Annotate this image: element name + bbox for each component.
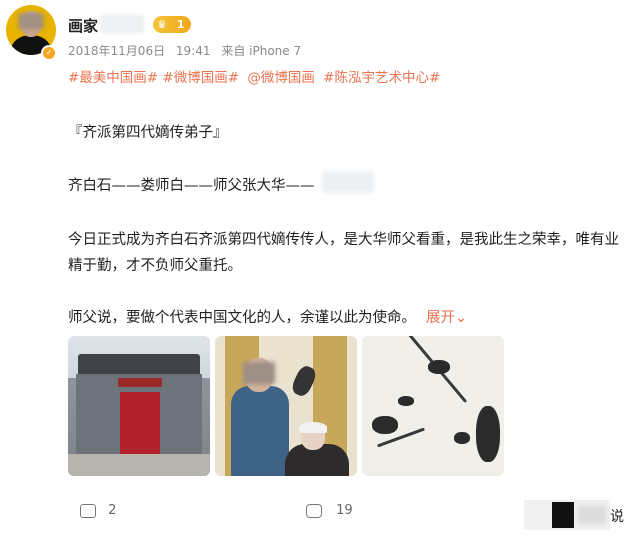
- image-door: [120, 392, 160, 454]
- post-lineage-line: 齐白石——娄师白——师父张大华——: [68, 178, 315, 194]
- comment-count: 19: [336, 503, 353, 518]
- image-plaque: [118, 378, 162, 387]
- watermark-text: 说: [610, 509, 624, 525]
- comment-icon: [306, 503, 322, 518]
- ink-blot: [476, 406, 500, 462]
- verified-badge-icon: ✓: [41, 45, 57, 61]
- post-tags: #最美中国画# #微博国画# @微博国画 #陈泓宇艺术中心#: [68, 66, 440, 86]
- image-person: [231, 386, 289, 476]
- image-person-hair: [299, 422, 327, 433]
- post-image-painting[interactable]: [362, 336, 504, 476]
- ink-blot: [372, 416, 398, 434]
- ink-blot: [398, 396, 414, 406]
- repost-button[interactable]: 2: [80, 503, 116, 518]
- post-date: 2018年11月06日: [68, 44, 166, 58]
- post-source: 来自 iPhone 7: [221, 44, 302, 58]
- post-body-line: 师父说，要做个代表中国文化的人，余谨以此为使命。 展开⌄: [68, 306, 467, 327]
- ink-blot: [428, 360, 450, 374]
- post-image-people[interactable]: [215, 336, 357, 476]
- expand-label: 展开: [426, 310, 455, 326]
- chevron-down-icon: ⌄: [455, 310, 468, 326]
- user-level-number: 1: [176, 18, 185, 31]
- post-body-line: 今日正式成为齐白石齐派第四代嫡传传人，是大华师父看重，是我此生之荣幸，唯有业: [68, 232, 619, 248]
- comment-button[interactable]: 19: [306, 503, 353, 518]
- post-body-text: 师父说，要做个代表中国文化的人，余谨以此为使命。: [68, 310, 416, 326]
- tag-link[interactable]: #最美中国画#: [68, 70, 158, 86]
- image-ground: [68, 454, 210, 476]
- post-image-building[interactable]: [68, 336, 210, 476]
- image-face-blur: [243, 362, 275, 384]
- user-name-redaction: [100, 15, 144, 33]
- repost-count: 2: [108, 503, 117, 518]
- ink-blot: [454, 432, 470, 444]
- watermark-mark: [552, 502, 574, 528]
- mention-link[interactable]: @微博国画: [247, 70, 315, 86]
- avatar-blur: [18, 13, 44, 29]
- user-name[interactable]: 画家: [68, 15, 98, 36]
- text-redaction: [322, 171, 374, 193]
- watermark-logo: [524, 500, 610, 530]
- post-body-line: 精于勤，才不负师父重托。: [68, 258, 242, 274]
- tag-link[interactable]: #陈泓宇艺术中心#: [323, 70, 440, 86]
- crown-icon: ♛: [157, 18, 167, 31]
- post-time: 19:41: [175, 44, 211, 58]
- post-meta: 2018年11月06日 19:41 来自 iPhone 7: [68, 42, 308, 59]
- share-icon: [80, 503, 96, 518]
- post-title-line: 『齐派第四代嫡传弟子』: [68, 125, 228, 141]
- expand-link[interactable]: 展开⌄: [426, 310, 467, 326]
- tag-link[interactable]: #微博国画#: [162, 70, 239, 86]
- watermark-blur: [578, 506, 606, 524]
- image-roof: [78, 354, 200, 374]
- user-level-badge: ♛ 1: [153, 16, 191, 33]
